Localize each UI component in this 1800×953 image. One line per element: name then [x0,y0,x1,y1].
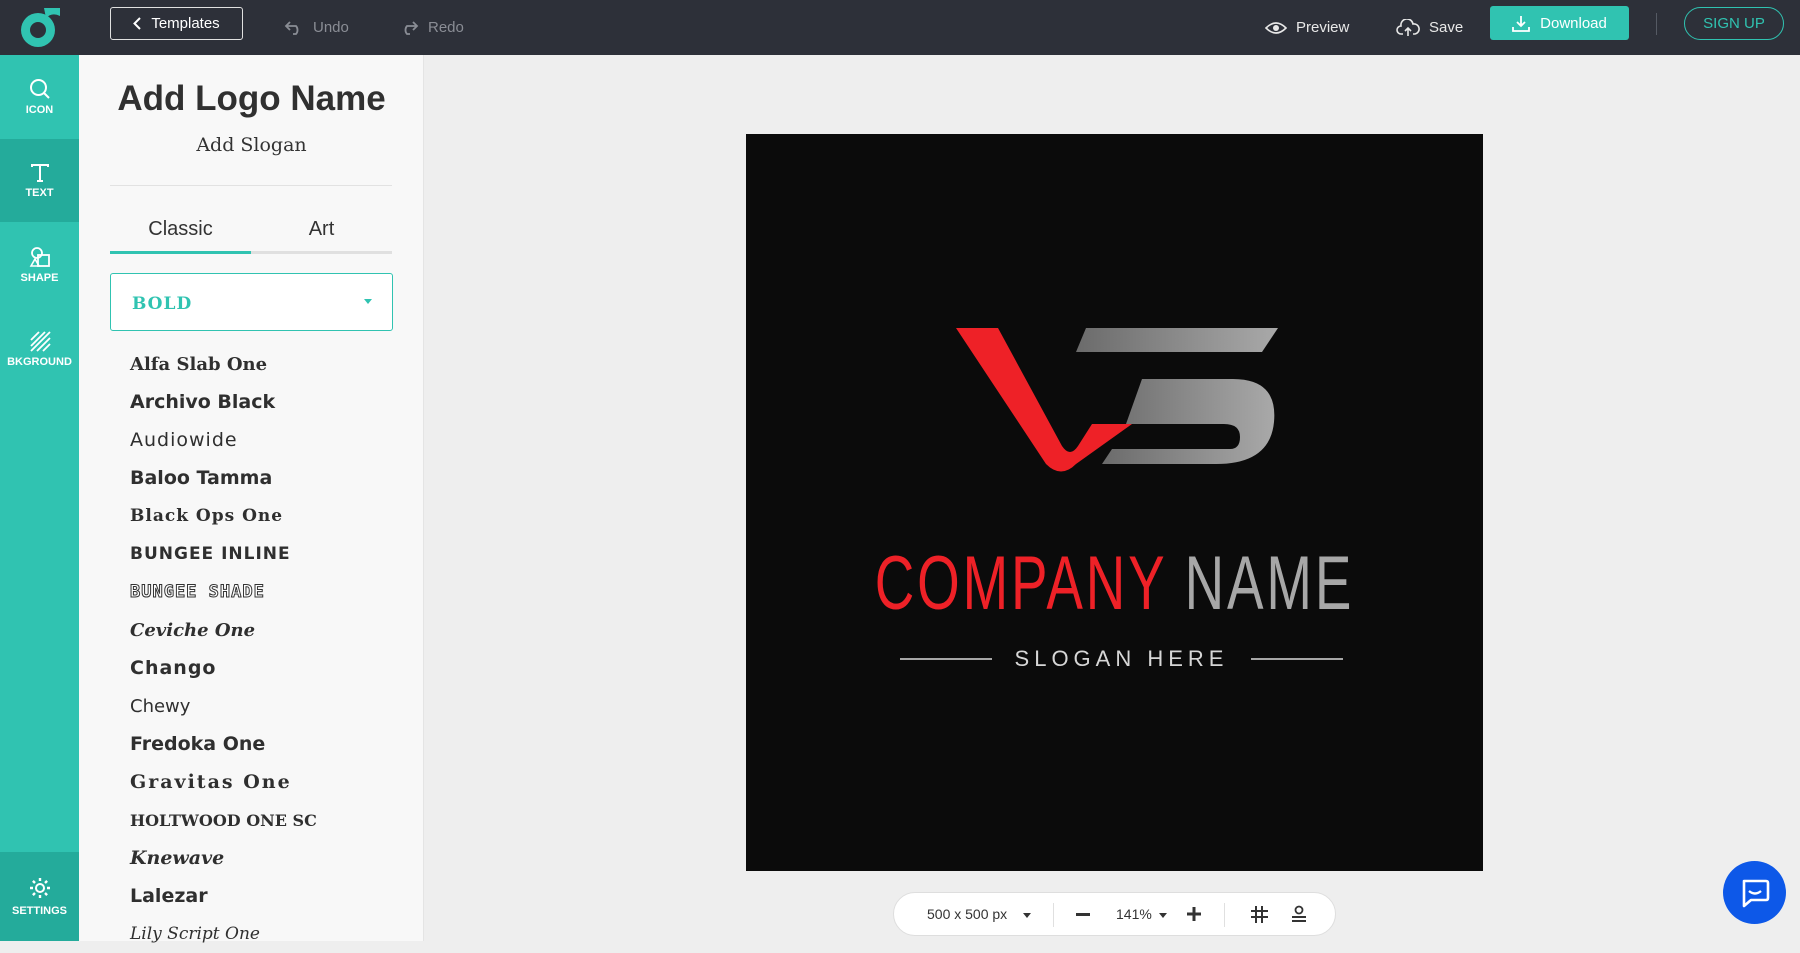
font-item[interactable]: Archivo Black [130,383,400,421]
font-item[interactable]: Baloo Tamma [130,459,400,497]
app-logo[interactable] [16,4,64,50]
chevron-left-icon [133,17,142,30]
canvas-toolbar: 500 x 500 px 141% [893,892,1336,936]
tab-art[interactable]: Art [251,218,392,254]
vs-logo-mark[interactable] [746,134,1483,871]
undo-button[interactable]: Undo [284,0,349,55]
slogan-right-line [1251,658,1343,660]
company-word-2: NAME [1184,541,1355,626]
company-name-text[interactable]: COMPANY NAME [849,540,1380,627]
signup-button[interactable]: SIGN UP [1684,7,1784,40]
font-item[interactable]: Lalezar [130,877,400,915]
zoom-level[interactable]: 141% [1116,906,1152,922]
eye-icon [1265,21,1287,34]
rail-label-icon: ICON [25,103,54,116]
rail-label-shape: SHAPE [20,271,59,284]
settings-button[interactable]: SETTINGS [0,852,79,941]
font-list: Alfa Slab One Archivo Black Audiowide Ba… [130,345,400,953]
font-item[interactable]: Gravitas One [130,763,400,801]
rail-item-shape[interactable]: SHAPE [0,223,79,306]
caret-down-icon [364,299,372,304]
font-category-select[interactable]: BOLD [110,273,393,331]
slogan-left-line [900,658,992,660]
redo-icon [404,20,419,35]
rail-label-text: TEXT [25,186,54,199]
undo-icon [284,20,299,35]
text-panel: Add Logo Name Add Slogan Classic Art BOL… [79,55,424,944]
zoom-out-icon[interactable] [1076,913,1090,917]
align-icon[interactable] [1291,905,1307,923]
font-item[interactable]: Fredoka One [130,725,400,763]
download-icon [1512,15,1531,32]
rail-item-background[interactable]: BKGROUND [0,307,79,390]
text-icon [30,163,49,182]
font-category-value: BOLD [132,294,193,314]
grid-icon[interactable] [1251,906,1268,923]
rail-label-background: BKGROUND [7,355,72,368]
font-item[interactable]: Chewy [130,687,400,725]
cloud-upload-icon [1396,18,1420,36]
shapes-icon [29,246,50,267]
logo-name-text[interactable]: Add Logo Name [79,79,424,119]
canvas-slogan-text: SLOGAN HERE [1014,646,1229,671]
chat-support-button[interactable] [1723,861,1786,924]
font-item[interactable]: BUNGEE INLINE [130,535,400,573]
gear-icon [29,877,50,898]
font-item[interactable]: Lily Script One [130,915,400,953]
font-item[interactable]: HOLTWOOD ONE SC [130,801,400,839]
toolbar-divider [1656,13,1657,35]
font-item[interactable]: Black Ops One [130,497,400,535]
rail-item-icon[interactable]: ICON [0,55,79,138]
templates-button[interactable]: Templates [110,7,243,40]
caret-down-icon[interactable] [1023,913,1031,918]
settings-label: SETTINGS [11,904,67,917]
font-item[interactable]: Knewave [130,839,400,877]
preview-label: Preview [1296,19,1350,36]
caret-down-icon[interactable] [1159,913,1167,918]
background-stripes-icon [29,330,51,352]
top-toolbar: Templates Undo Redo Preview Save Downloa… [0,0,1800,55]
toolbar-separator [1053,903,1054,927]
font-item[interactable]: Ceviche One [130,611,400,649]
redo-button[interactable]: Redo [399,0,464,55]
canvas-slogan-row[interactable]: SLOGAN HERE [900,644,1343,674]
panel-divider [110,185,392,186]
download-button[interactable]: Download [1490,6,1629,40]
canvas-size-select[interactable]: 500 x 500 px [927,906,1007,922]
slogan-text[interactable]: Add Slogan [79,134,424,156]
design-canvas[interactable]: COMPANY NAME SLOGAN HERE [746,134,1483,871]
company-word-1: COMPANY [874,541,1167,626]
tab-active-indicator [110,251,251,254]
tab-classic[interactable]: Classic [110,218,251,254]
font-item[interactable]: Alfa Slab One [130,345,400,383]
preview-button[interactable]: Preview [1265,0,1349,55]
toolbar-separator [1224,903,1225,927]
font-item[interactable]: Chango [130,649,400,687]
save-label: Save [1429,19,1464,36]
templates-label: Templates [151,15,220,32]
save-button[interactable]: Save [1396,0,1463,55]
chat-bubble-icon [1742,879,1769,907]
font-item[interactable]: Audiowide [130,421,400,459]
undo-label: Undo [313,19,349,36]
search-icon [29,78,50,99]
redo-label: Redo [428,19,464,36]
font-item[interactable]: BUNGEE SHADE [130,573,400,611]
tool-rail: ICON TEXT SHAPE BKGROUND [0,55,79,941]
download-label: Download [1540,14,1607,32]
zoom-in-icon[interactable] [1187,907,1201,921]
rail-item-text[interactable]: TEXT [0,139,79,222]
